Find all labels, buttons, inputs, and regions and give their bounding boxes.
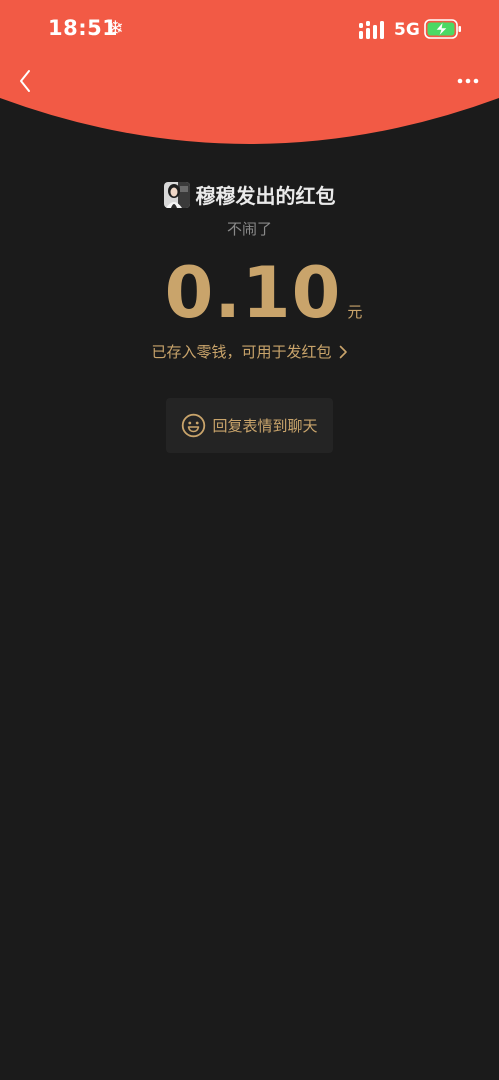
- nav-bar: [0, 60, 499, 102]
- chevron-left-icon: [20, 70, 30, 92]
- snowflake-icon: ❄: [107, 16, 124, 40]
- avatar[interactable]: [163, 181, 190, 208]
- wallet-link[interactable]: 已存入零钱，可用于发红包: [0, 341, 499, 362]
- sender-inner: 穆穆发出的红包: [163, 180, 336, 209]
- smile-icon: [182, 413, 206, 438]
- red-packet-detail-screen: 18:51 ❄ 5G 穆穆发出的红包 不闹了 0.10 元 已存入零钱，可用于发…: [0, 0, 499, 1080]
- amount-value: 0.10: [164, 252, 342, 334]
- amount-row: 0.10 元: [0, 252, 499, 334]
- signal-icon: [359, 21, 384, 39]
- wallet-link-inner: 已存入零钱，可用于发红包: [151, 341, 347, 362]
- wallet-notice: 已存入零钱，可用于发红包: [151, 343, 332, 361]
- sender-row: 穆穆发出的红包: [0, 180, 499, 214]
- chevron-right-icon: [339, 345, 347, 358]
- status-bar: 18:51 ❄ 5G: [0, 0, 499, 60]
- amount-inner: 0.10 元: [165, 252, 363, 334]
- sender-title: 穆穆发出的红包: [195, 184, 336, 208]
- blessing-message: 不闹了: [226, 220, 272, 238]
- battery-charging-icon: [424, 19, 461, 39]
- back-button[interactable]: [12, 66, 42, 96]
- reply-label: 回复表情到聊天: [212, 417, 318, 435]
- amount-unit: 元: [347, 303, 363, 321]
- more-button[interactable]: [452, 66, 484, 96]
- more-dots-icon: [457, 78, 479, 84]
- network-label: 5G: [394, 20, 420, 40]
- reply-with-sticker-button[interactable]: 回复表情到聊天: [166, 398, 333, 453]
